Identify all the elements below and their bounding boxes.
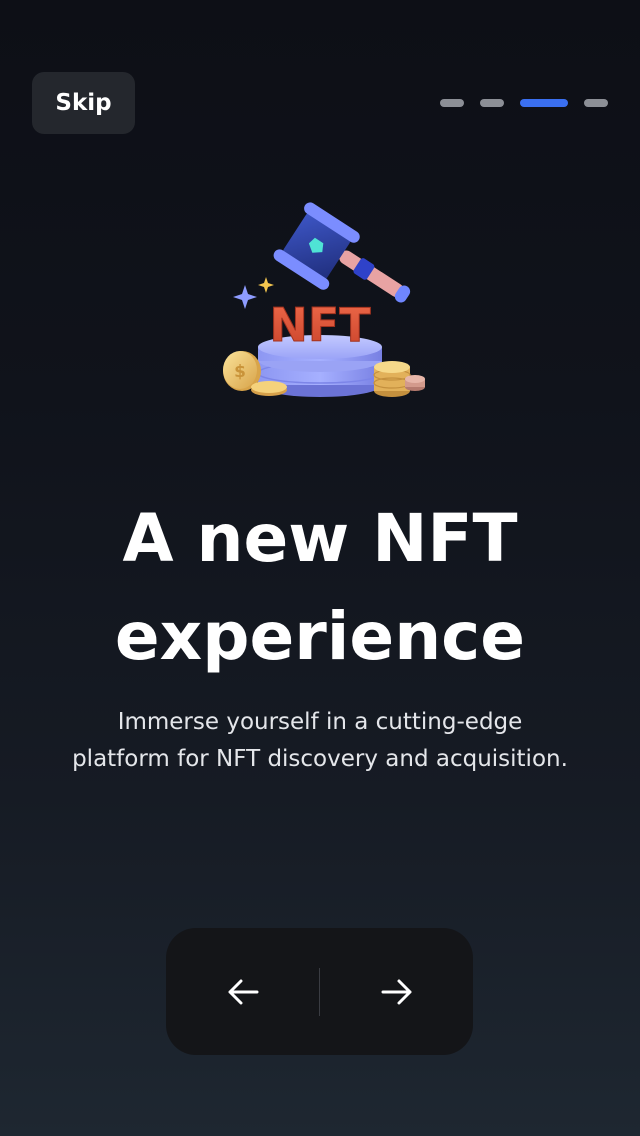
navigation-bar <box>166 928 473 1055</box>
page-indicator-dot-active[interactable] <box>520 99 568 107</box>
arrow-left-icon <box>228 979 258 1004</box>
page-description-line1: Immerse yourself in a cutting-edge <box>117 709 523 735</box>
page-indicator-dot[interactable] <box>480 99 504 107</box>
page-indicator-dot[interactable] <box>584 99 608 107</box>
previous-button[interactable] <box>166 928 319 1055</box>
page-indicator-dot[interactable] <box>440 99 464 107</box>
page-description: Immerse yourself in a cutting-edge platf… <box>30 704 610 778</box>
svg-text:$: $ <box>234 362 246 382</box>
next-button[interactable] <box>320 928 473 1055</box>
onboarding-screen: Skip NFT $ A new NFT experience Immerse … <box>0 0 640 1136</box>
skip-button[interactable]: Skip <box>32 72 135 134</box>
page-description-line2: platform for NFT discovery and acquisiti… <box>72 746 568 772</box>
svg-text:NFT: NFT <box>269 298 371 352</box>
nft-auction-gavel-icon: NFT $ <box>223 202 425 397</box>
skip-button-label: Skip <box>55 90 112 116</box>
page-title: A new NFT experience <box>0 490 640 686</box>
page-indicator <box>440 99 608 107</box>
arrow-right-icon <box>381 979 411 1004</box>
page-title-line2: experience <box>114 598 526 675</box>
page-title-line1: A new NFT <box>122 500 518 577</box>
